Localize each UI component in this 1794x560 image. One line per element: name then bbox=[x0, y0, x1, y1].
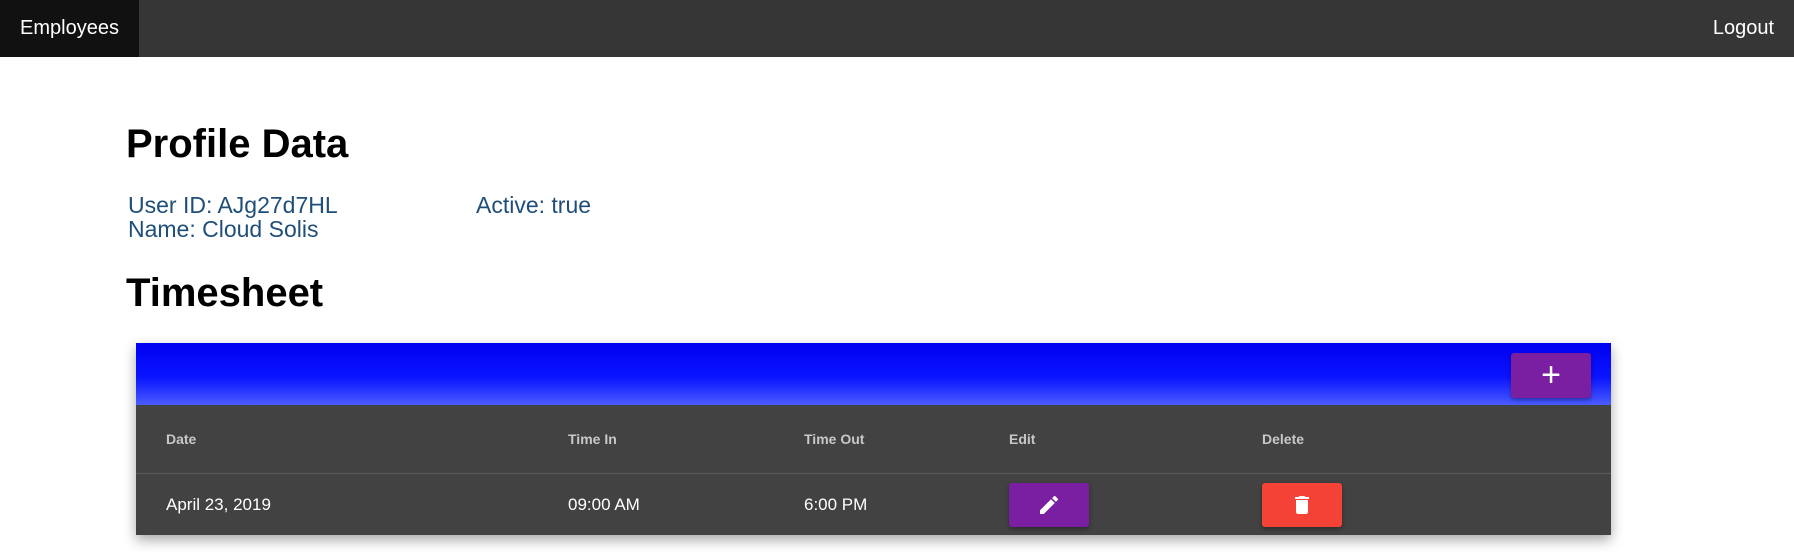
row-date-cell: April 23, 2019 bbox=[166, 495, 271, 514]
user-id-text: User ID: AJg27d7HL bbox=[128, 192, 338, 218]
user-name-text: Name: Cloud Solis bbox=[128, 216, 319, 242]
row-time-in-cell: 09:00 AM bbox=[568, 495, 640, 514]
add-entry-button[interactable]: + bbox=[1511, 353, 1591, 398]
column-header-time-in[interactable]: Time In bbox=[568, 405, 617, 473]
top-navbar: Employees Logout bbox=[0, 0, 1794, 57]
delete-row-button[interactable] bbox=[1262, 483, 1342, 527]
pencil-icon bbox=[1040, 495, 1059, 514]
active-status-text: Active: true bbox=[476, 192, 592, 218]
profile-data-heading: Profile Data bbox=[126, 122, 349, 166]
trash-icon bbox=[1295, 496, 1309, 514]
table-toolbar: + bbox=[136, 343, 1611, 405]
plus-icon: + bbox=[1541, 356, 1561, 394]
column-header-date[interactable]: Date bbox=[166, 405, 196, 473]
header-divider bbox=[136, 473, 1611, 474]
row-time-out-cell: 6:00 PM bbox=[804, 495, 868, 514]
column-header-delete: Delete bbox=[1262, 431, 1305, 447]
nav-item-employees[interactable]: Employees bbox=[0, 0, 139, 57]
column-header-edit: Edit bbox=[1009, 431, 1036, 447]
column-header-time-out[interactable]: Time Out bbox=[804, 405, 864, 473]
edit-row-button[interactable] bbox=[1009, 483, 1089, 527]
timesheet-heading: Timesheet bbox=[126, 271, 324, 315]
logout-link[interactable]: Logout bbox=[1713, 0, 1774, 57]
timesheet-table: + Date Time In Time Out Edit Delete Apri… bbox=[136, 343, 1611, 535]
